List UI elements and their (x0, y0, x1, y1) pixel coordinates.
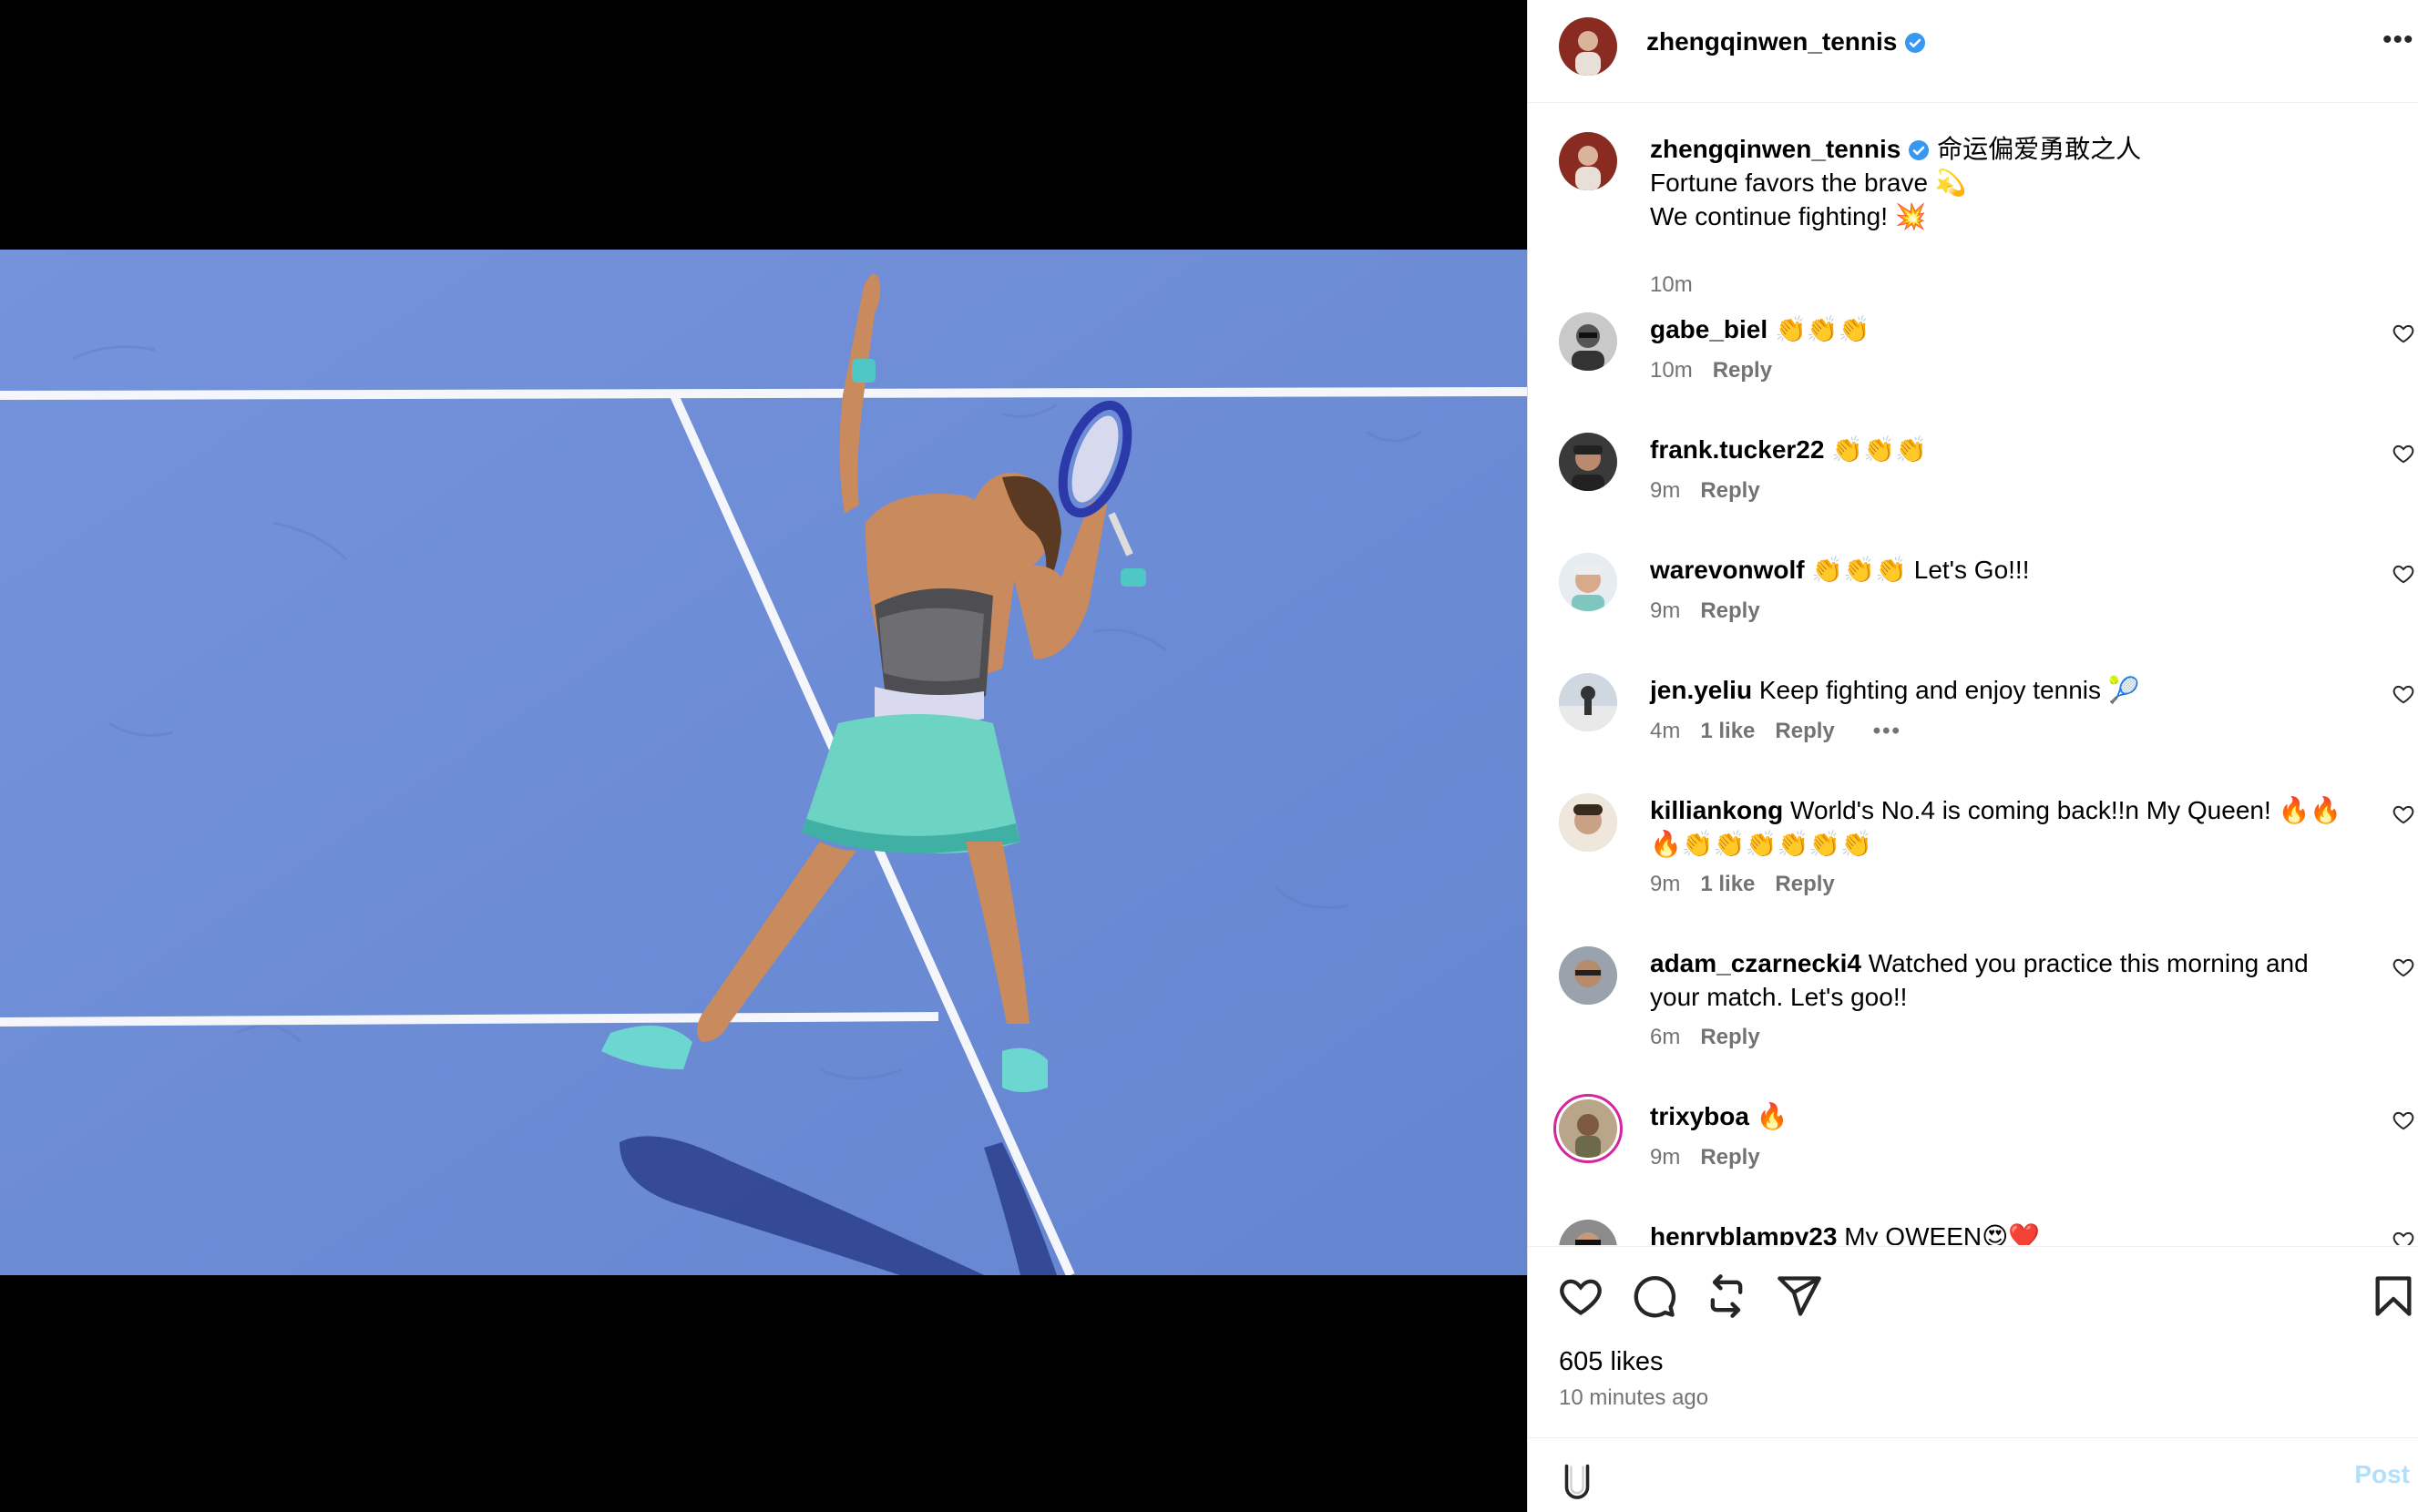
verified-badge-icon (1909, 140, 1930, 160)
comment-username[interactable]: frank.tucker22 (1650, 435, 1824, 464)
comment-text: frank.tucker22 👏👏👏 (1650, 433, 2351, 466)
reply-button[interactable]: Reply (1700, 598, 1759, 623)
like-comment-icon[interactable] (2392, 322, 2415, 345)
comment-icon[interactable] (1630, 1272, 1677, 1320)
reply-button[interactable]: Reply (1775, 872, 1834, 896)
comment-text: killiankong World's No.4 is coming back!… (1650, 793, 2351, 861)
comments-list[interactable]: zhengqinwen_tennis 命运偏爱勇敢之人 Fortune favo… (1528, 103, 2418, 1245)
comment-username[interactable]: trixyboa (1650, 1102, 1749, 1130)
post-side-panel: zhengqinwen_tennis ••• zhengqinwen_tenni… (1527, 0, 2418, 1512)
comment-meta: 9m Reply (1650, 1145, 1780, 1170)
comment-username[interactable]: gabe_biel (1650, 315, 1767, 343)
comment-likes[interactable]: 1 like (1700, 719, 1755, 743)
commenter-avatar[interactable] (1559, 946, 1617, 1005)
commenter-avatar[interactable] (1559, 553, 1617, 611)
comment-input[interactable] (1619, 1451, 2260, 1504)
comment-body: Keep fighting and enjoy tennis 🎾 (1758, 676, 2140, 704)
likes-count[interactable]: 605 likes (1559, 1347, 1663, 1377)
comment-text: jen.yeliu Keep fighting and enjoy tennis… (1650, 673, 2351, 707)
like-comment-icon[interactable] (2392, 1229, 2415, 1245)
comment-time: 10m (1650, 358, 1693, 383)
post-photo[interactable] (0, 250, 1527, 1275)
comment-meta: 4m 1 like Reply ••• (1650, 719, 1921, 744)
comment-body: 👏👏👏 (1831, 435, 1927, 464)
comment-more-icon[interactable]: ••• (1873, 719, 1901, 743)
share-icon[interactable] (1776, 1272, 1823, 1320)
comment-username[interactable]: adam_czarnecki4 (1650, 949, 1861, 977)
author-avatar[interactable] (1559, 132, 1617, 190)
comment-meta: 6m Reply (1650, 1025, 1780, 1050)
bookmark-icon[interactable] (2370, 1272, 2417, 1320)
heart-icon[interactable] (1557, 1272, 1604, 1320)
author-username[interactable]: zhengqinwen_tennis (1646, 27, 1926, 56)
comment-text: adam_czarnecki4 Watched you practice thi… (1650, 946, 2351, 1014)
reply-button[interactable]: Reply (1775, 719, 1834, 743)
comment-meta: 9m Reply (1650, 598, 1780, 624)
comment-time: 4m (1650, 719, 1681, 743)
like-comment-icon[interactable] (2392, 562, 2415, 586)
reply-button[interactable]: Reply (1700, 478, 1759, 503)
caption-line-1: 命运偏爱勇敢之人 (1937, 135, 2142, 163)
reply-button[interactable]: Reply (1713, 358, 1772, 383)
post-timestamp: 10 minutes ago (1559, 1385, 1709, 1410)
reply-button[interactable]: Reply (1700, 1025, 1759, 1049)
comment-time: 9m (1650, 598, 1681, 623)
comment-body: 👏👏👏 (1774, 315, 1870, 343)
comment-meta: 9m 1 like Reply (1650, 872, 1855, 897)
reply-button[interactable]: Reply (1700, 1145, 1759, 1170)
post-media[interactable] (0, 0, 1527, 1512)
verified-badge-icon (1905, 33, 1926, 53)
more-options-icon[interactable]: ••• (2382, 26, 2418, 58)
comment-username[interactable]: killiankong (1650, 796, 1783, 824)
like-comment-icon[interactable] (2392, 442, 2415, 465)
repost-icon[interactable] (1703, 1272, 1750, 1320)
like-comment-icon[interactable] (2392, 1108, 2415, 1132)
caption-text: zhengqinwen_tennis 命运偏爱勇敢之人 Fortune favo… (1650, 132, 2351, 233)
comment-text: trixyboa 🔥 (1650, 1099, 2351, 1133)
commenter-avatar[interactable] (1559, 1220, 1617, 1245)
comment-meta: 10m Reply (1650, 358, 1792, 383)
comment-username[interactable]: jen.yeliu (1650, 676, 1752, 704)
comment-body: 🔥 (1756, 1102, 1788, 1130)
comment-text: warevonwolf 👏👏👏 Let's Go!!! (1650, 553, 2351, 587)
commenter-avatar[interactable] (1559, 433, 1617, 491)
post-header: zhengqinwen_tennis ••• (1528, 0, 2418, 103)
commenter-avatar[interactable] (1559, 312, 1617, 371)
author-avatar[interactable] (1559, 17, 1617, 76)
comment-username[interactable]: henryblampy23 (1650, 1222, 1837, 1245)
add-comment-bar: Post (1528, 1437, 2418, 1512)
comment-username[interactable]: warevonwolf (1650, 556, 1805, 584)
commenter-avatar-story[interactable] (1553, 1094, 1623, 1163)
caption-time: 10m (1650, 272, 1693, 297)
caption-line-3: We continue fighting! 💥 (1650, 202, 1927, 230)
like-comment-icon[interactable] (2392, 955, 2415, 979)
caption-line-2: Fortune favors the brave 💫 (1650, 169, 1967, 197)
comment-time: 9m (1650, 1145, 1681, 1170)
comment-time: 9m (1650, 478, 1681, 503)
comment-body: 👏👏👏 Let's Go!!! (1811, 556, 2030, 584)
comment-body: My QWEEN😍❤️ (1844, 1222, 2041, 1245)
comment-likes[interactable]: 1 like (1700, 872, 1755, 896)
commenter-avatar[interactable] (1559, 793, 1617, 852)
comment-time: 9m (1650, 872, 1681, 896)
post-button[interactable]: Post (2354, 1460, 2410, 1489)
comment-text: gabe_biel 👏👏👏 (1650, 312, 2351, 346)
post-actions: 605 likes 10 minutes ago (1528, 1246, 2418, 1438)
like-comment-icon[interactable] (2392, 682, 2415, 706)
emoji-icon[interactable] (1559, 1460, 1595, 1502)
comment-time: 6m (1650, 1025, 1681, 1049)
caption-meta: 10m (1650, 272, 1713, 298)
caption-username[interactable]: zhengqinwen_tennis (1650, 135, 1901, 163)
comment-text: henryblampy23 My QWEEN😍❤️ (1650, 1220, 2351, 1245)
commenter-avatar[interactable] (1559, 673, 1617, 731)
comment-meta: 9m Reply (1650, 478, 1780, 504)
like-comment-icon[interactable] (2392, 802, 2415, 826)
